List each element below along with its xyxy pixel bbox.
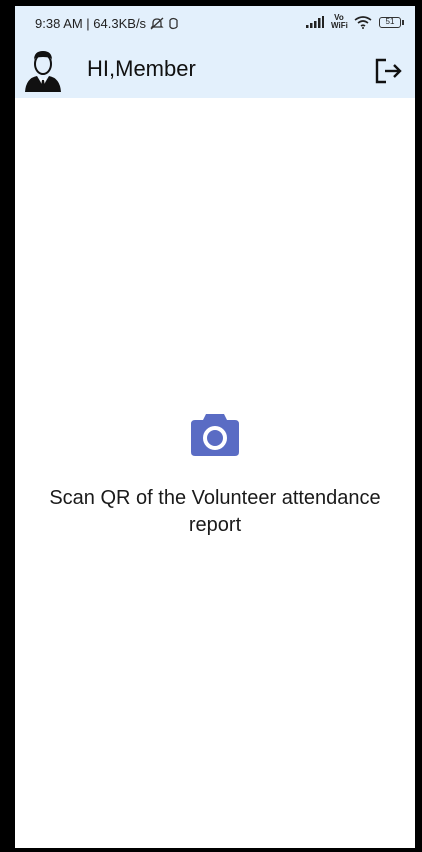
top-bar: 9:38 AM | 64.3KB/s Vo WiFi 51 HI,Member — [15, 6, 415, 98]
status-time-speed: 9:38 AM | 64.3KB/s — [35, 16, 147, 31]
greeting-title: HI,Member — [87, 56, 196, 81]
app-bar: HI,Member — [15, 46, 415, 96]
status-bar: 9:38 AM | 64.3KB/s Vo WiFi 51 — [15, 6, 415, 40]
logout-icon[interactable] — [375, 58, 403, 84]
status-left: 9:38 AM | 64.3KB/s — [35, 16, 179, 31]
scan-section: Scan QR of the Volunteer attendance repo… — [15, 410, 415, 539]
vowifi-label: Vo WiFi — [331, 13, 348, 30]
status-right: Vo WiFi 51 — [306, 13, 404, 30]
battery-icon: 51 — [379, 16, 404, 28]
app-screen: 9:38 AM | 64.3KB/s Vo WiFi 51 HI,Member … — [15, 6, 415, 848]
camera-icon[interactable] — [189, 410, 241, 458]
sync-icon — [168, 17, 179, 30]
wifi-icon — [354, 15, 372, 29]
user-avatar-icon — [24, 50, 62, 92]
scan-instruction: Scan QR of the Volunteer attendance repo… — [49, 487, 381, 536]
battery-level: 51 — [385, 16, 395, 26]
signal-icon — [306, 16, 324, 28]
mute-icon — [150, 17, 164, 30]
